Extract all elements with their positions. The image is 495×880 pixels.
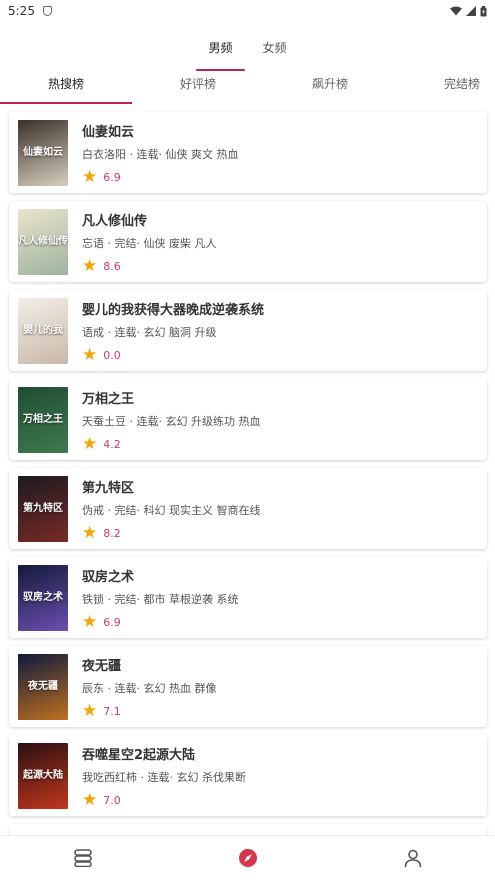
nav-profile[interactable] bbox=[330, 836, 495, 880]
wifi-icon bbox=[450, 6, 462, 16]
shield-icon bbox=[42, 6, 52, 16]
rank-tabs: 热搜榜 好评榜 飙升榜 完结榜 bbox=[0, 70, 495, 104]
cover-text: 万相之王 bbox=[23, 414, 63, 425]
book-score: 8.6 bbox=[103, 259, 121, 273]
nav-discover[interactable] bbox=[165, 836, 330, 880]
cover-text: 仙妻如云 bbox=[23, 147, 63, 158]
star-icon: ★ bbox=[82, 522, 98, 543]
book-info: 驭房之术 铁锁 · 完结· 都市 草根逆袭 系统 ★ 6.9 bbox=[82, 565, 238, 631]
book-meta: 天蚕土豆 · 连载· 玄幻 升级练功 热血 bbox=[82, 414, 261, 428]
book-title: 万相之王 bbox=[82, 391, 135, 407]
list-item[interactable]: 夜无疆 夜无疆 辰东 · 连载· 玄幻 热血 群像 ★ 7.1 bbox=[9, 646, 487, 727]
book-score: 6.9 bbox=[103, 170, 121, 184]
book-score: 6.9 bbox=[103, 615, 121, 629]
book-cover: 第九特区 bbox=[18, 475, 68, 542]
rating-row: ★ 7.1 bbox=[82, 700, 216, 721]
book-title: 夜无疆 bbox=[82, 658, 122, 674]
cover-text: 夜无疆 bbox=[28, 681, 58, 692]
nav-bookshelf[interactable] bbox=[0, 836, 165, 880]
book-cover: 凡人修仙传 bbox=[18, 208, 68, 275]
book-info: 凡人修仙传 忘语 · 完结· 仙侠 废柴 凡人 ★ 8.6 bbox=[82, 209, 216, 275]
book-title: 仙妻如云 bbox=[82, 124, 135, 140]
status-bar: 5:25 bbox=[0, 0, 495, 22]
cover-text: 驭房之术 bbox=[23, 592, 63, 603]
star-icon: ★ bbox=[82, 789, 98, 810]
star-icon: ★ bbox=[82, 433, 98, 454]
signal-icon bbox=[466, 6, 476, 16]
book-info: 第九特区 伪戒 · 完结· 科幻 现实主义 智商在线 ★ 8.2 bbox=[82, 476, 260, 542]
cover-text: 起源大陆 bbox=[23, 770, 63, 781]
bookshelf-icon bbox=[73, 849, 92, 867]
tab-top-rated[interactable]: 好评榜 bbox=[132, 70, 264, 104]
book-cover: 仙妻如云 bbox=[18, 119, 68, 186]
book-meta: 辰东 · 连载· 玄幻 热血 群像 bbox=[82, 681, 217, 695]
battery-icon bbox=[480, 5, 487, 16]
book-meta: 伪戒 · 完结· 科幻 现实主义 智商在线 bbox=[82, 503, 261, 517]
book-score: 7.1 bbox=[103, 704, 121, 718]
gender-tabs: 男频 女频 bbox=[0, 33, 495, 71]
book-meta: 铁锁 · 完结· 都市 草根逆袭 系统 bbox=[82, 592, 239, 606]
book-cover: 驭房之术 bbox=[18, 564, 68, 631]
bottom-nav bbox=[0, 835, 495, 880]
compass-icon bbox=[238, 849, 257, 867]
book-score: 4.2 bbox=[103, 437, 121, 451]
star-icon: ★ bbox=[82, 344, 98, 365]
tab-male[interactable]: 男频 bbox=[196, 33, 245, 71]
list-item[interactable]: 仙妻如云 仙妻如云 白衣洛阳 · 连载· 仙侠 爽文 热血 ★ 6.9 bbox=[9, 112, 487, 193]
star-icon: ★ bbox=[82, 611, 98, 632]
rating-row: ★ 7.0 bbox=[82, 789, 246, 810]
book-info: 仙妻如云 白衣洛阳 · 连载· 仙侠 爽文 热血 ★ 6.9 bbox=[82, 120, 238, 186]
tab-female[interactable]: 女频 bbox=[257, 33, 293, 67]
list-item[interactable]: 凡人修仙传 凡人修仙传 忘语 · 完结· 仙侠 废柴 凡人 ★ 8.6 bbox=[9, 201, 487, 282]
book-title: 婴儿的我获得大器晚成逆袭系统 bbox=[82, 302, 265, 318]
book-meta: 我吃西红柿 · 连载· 玄幻 杀伐果断 bbox=[82, 770, 246, 784]
rating-row: ★ 8.6 bbox=[82, 255, 216, 276]
book-cover: 起源大陆 bbox=[18, 742, 68, 809]
rating-row: ★ 4.2 bbox=[82, 433, 260, 454]
tab-hot-search[interactable]: 热搜榜 bbox=[0, 70, 132, 104]
book-cover: 万相之王 bbox=[18, 386, 68, 453]
star-icon: ★ bbox=[82, 255, 98, 276]
rating-row: ★ 8.2 bbox=[82, 522, 260, 543]
cover-text: 凡人修仙传 bbox=[18, 236, 68, 247]
user-icon bbox=[404, 849, 421, 868]
list-item[interactable]: 万相之王 万相之王 天蚕土豆 · 连载· 玄幻 升级练功 热血 ★ 4.2 bbox=[9, 379, 487, 460]
list-item[interactable]: 婴儿的我 婴儿的我获得大器晚成逆袭系统 语成 · 连载· 玄幻 脑洞 升级 ★ … bbox=[9, 290, 487, 371]
list-item[interactable]: 第九特区 第九特区 伪戒 · 完结· 科幻 现实主义 智商在线 ★ 8.2 bbox=[9, 468, 487, 549]
book-score: 7.0 bbox=[103, 793, 121, 807]
rating-row: ★ 0.0 bbox=[82, 344, 264, 365]
book-score: 8.2 bbox=[103, 526, 121, 540]
cover-text: 婴儿的我 bbox=[23, 325, 63, 336]
status-icons bbox=[450, 5, 487, 17]
book-cover: 夜无疆 bbox=[18, 653, 68, 720]
book-meta: 语成 · 连载· 玄幻 脑洞 升级 bbox=[82, 325, 217, 339]
book-score: 0.0 bbox=[103, 348, 121, 362]
rating-row: ★ 6.9 bbox=[82, 611, 238, 632]
book-cover: 婴儿的我 bbox=[18, 297, 68, 364]
book-info: 夜无疆 辰东 · 连载· 玄幻 热血 群像 ★ 7.1 bbox=[82, 654, 216, 720]
cover-text: 第九特区 bbox=[23, 503, 63, 514]
book-info: 吞噬星空2起源大陆 我吃西红柿 · 连载· 玄幻 杀伐果断 ★ 7.0 bbox=[82, 743, 246, 809]
book-title: 驭房之术 bbox=[82, 569, 135, 585]
rating-row: ★ 6.9 bbox=[82, 166, 238, 187]
book-list: 仙妻如云 仙妻如云 白衣洛阳 · 连载· 仙侠 爽文 热血 ★ 6.9 凡人修仙… bbox=[9, 112, 487, 824]
status-time: 5:25 bbox=[8, 4, 35, 18]
list-item[interactable]: 驭房之术 驭房之术 铁锁 · 完结· 都市 草根逆袭 系统 ★ 6.9 bbox=[9, 557, 487, 638]
list-item[interactable]: 起源大陆 吞噬星空2起源大陆 我吃西红柿 · 连载· 玄幻 杀伐果断 ★ 7.0 bbox=[9, 735, 487, 816]
star-icon: ★ bbox=[82, 166, 98, 187]
tab-completed[interactable]: 完结榜 bbox=[396, 70, 495, 104]
star-icon: ★ bbox=[82, 700, 98, 721]
book-meta: 忘语 · 完结· 仙侠 废柴 凡人 bbox=[82, 236, 217, 250]
book-info: 万相之王 天蚕土豆 · 连载· 玄幻 升级练功 热血 ★ 4.2 bbox=[82, 387, 260, 453]
book-info: 婴儿的我获得大器晚成逆袭系统 语成 · 连载· 玄幻 脑洞 升级 ★ 0.0 bbox=[82, 298, 264, 364]
book-meta: 白衣洛阳 · 连载· 仙侠 爽文 热血 bbox=[82, 147, 239, 161]
book-title: 凡人修仙传 bbox=[82, 213, 148, 229]
book-title: 第九特区 bbox=[82, 480, 135, 496]
tab-rising[interactable]: 飙升榜 bbox=[264, 70, 396, 104]
book-title: 吞噬星空2起源大陆 bbox=[82, 747, 196, 763]
